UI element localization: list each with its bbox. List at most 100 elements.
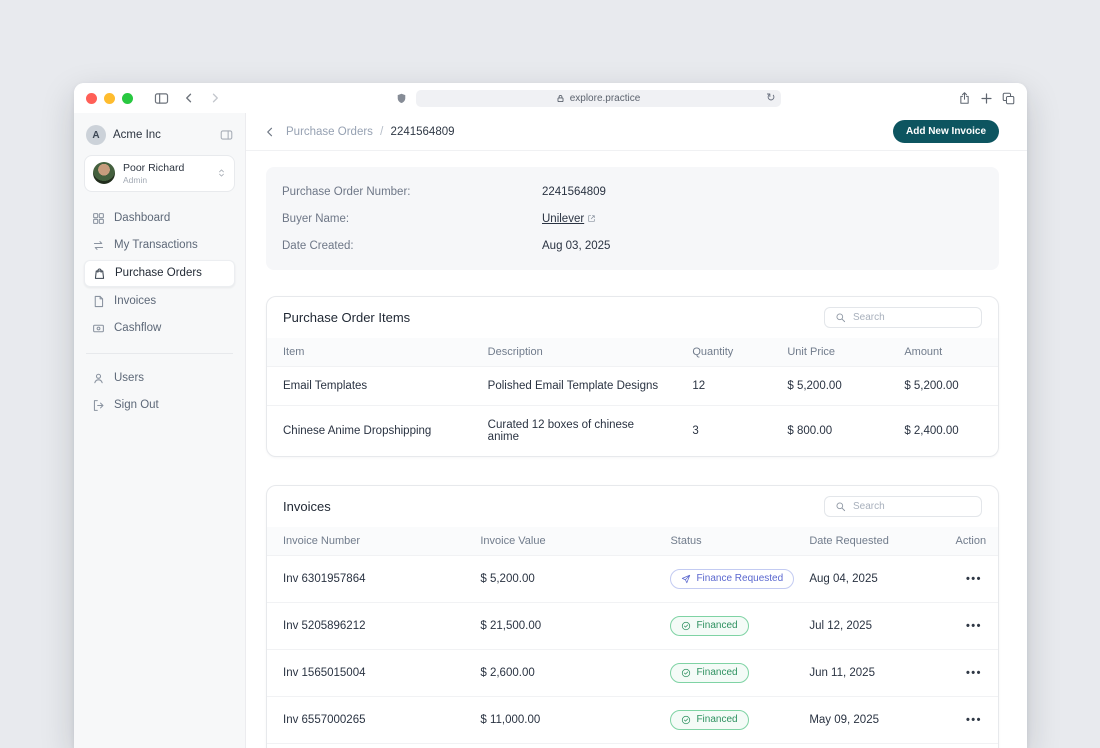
column-header: Description: [471, 338, 677, 367]
date-requested-cell: May 09, 2025: [793, 696, 940, 744]
check-circle-icon: [681, 715, 691, 725]
sidebar-item-sign-out[interactable]: Sign Out: [84, 393, 235, 418]
buyer-link[interactable]: Unilever: [542, 213, 596, 225]
page-header: Purchase Orders / 2241564809 Add New Inv…: [246, 113, 1027, 151]
order-number-value: 2241564809: [542, 185, 606, 198]
close-window-button[interactable]: [86, 92, 97, 104]
back-chevron-icon[interactable]: [264, 126, 276, 138]
privacy-shield-icon[interactable]: [396, 92, 407, 105]
lock-icon: [556, 94, 565, 103]
browser-forward-icon[interactable]: [209, 92, 221, 104]
sign-out-icon: [92, 399, 105, 412]
sidebar-item-users[interactable]: Users: [84, 366, 235, 391]
invoice-value-cell: $ 5,200.00: [464, 555, 655, 603]
invoice-number-cell: Inv 5205896212: [267, 602, 465, 650]
org-avatar: A: [86, 125, 106, 145]
column-header: Date Requested: [793, 527, 940, 556]
invoice-number-cell: Inv 1565015004: [267, 649, 465, 697]
column-header: Quantity: [676, 338, 772, 367]
status-badge: Financed: [670, 710, 749, 730]
search-input[interactable]: [853, 501, 971, 512]
table-row: Inv 6557000265 $ 11,000.00 Financed May …: [267, 696, 998, 744]
breadcrumb-order-number: 2241564809: [390, 125, 455, 138]
row-actions-menu[interactable]: •••: [966, 714, 982, 726]
tab-overview-icon[interactable]: [1002, 92, 1015, 105]
purchase-orders-icon: [93, 267, 106, 280]
sidebar-item-label: Users: [114, 372, 145, 385]
item-cell: Email Templates: [267, 366, 472, 406]
dashboard-icon: [92, 212, 105, 225]
new-tab-icon[interactable]: [980, 92, 993, 105]
sidebar-collapse-icon[interactable]: [220, 129, 233, 141]
user-avatar: [93, 162, 115, 185]
invoices-icon: [92, 295, 105, 308]
breadcrumb: Purchase Orders / 2241564809: [286, 126, 455, 138]
org-switcher: A Acme Inc: [84, 123, 235, 155]
sidebar-item-dashboard[interactable]: Dashboard: [84, 206, 235, 231]
po-items-search[interactable]: [824, 307, 982, 328]
cashflow-icon: [92, 322, 105, 335]
po-items-table: Item Description Quantity Unit Price Amo…: [267, 338, 998, 456]
row-actions-menu[interactable]: •••: [966, 620, 982, 632]
search-icon: [835, 501, 846, 512]
column-header: Unit Price: [771, 338, 889, 367]
row-actions-menu[interactable]: •••: [966, 573, 982, 585]
column-header: Status: [654, 527, 794, 556]
user-role: Admin: [123, 174, 148, 185]
zoom-window-button[interactable]: [122, 92, 133, 104]
date-requested-cell: Jul 12, 2025: [793, 602, 940, 650]
browser-back-icon[interactable]: [183, 92, 195, 104]
table-row: Inv 1565015004 $ 2,600.00 Financed Jun 1…: [267, 649, 998, 697]
description-cell: Polished Email Template Designs: [471, 366, 677, 406]
table-row: Email Templates Polished Email Template …: [267, 366, 998, 406]
breadcrumb-purchase-orders[interactable]: Purchase Orders: [286, 126, 373, 138]
invoice-number-cell: Inv 2786111763: [267, 743, 465, 748]
unit-price-cell: $ 800.00: [771, 405, 889, 456]
search-input[interactable]: [853, 312, 971, 323]
browser-sidebar-toggle-icon[interactable]: [154, 92, 169, 105]
date-requested-cell: April 15, 2025: [793, 743, 940, 748]
breadcrumb-separator: /: [380, 125, 384, 138]
invoice-number-cell: Inv 6301957864: [267, 555, 465, 603]
sidebar-item-my-transactions[interactable]: My Transactions: [84, 233, 235, 258]
quantity-cell: 12: [676, 366, 772, 406]
url-text: explore.practice: [569, 92, 641, 104]
info-row-date-created: Date Created: Aug 03, 2025: [282, 232, 983, 259]
sidebar-item-purchase-orders[interactable]: Purchase Orders: [84, 259, 235, 287]
sidebar-item-cashflow[interactable]: Cashflow: [84, 316, 235, 341]
sidebar-item-invoices[interactable]: Invoices: [84, 289, 235, 314]
sidebar-item-label: My Transactions: [114, 239, 198, 252]
add-new-invoice-button[interactable]: Add New Invoice: [892, 120, 999, 143]
invoices-table: Invoice Number Invoice Value Status Date…: [267, 527, 998, 748]
search-icon: [835, 312, 846, 323]
info-row-buyer-name: Buyer Name: Unilever: [282, 205, 983, 232]
item-cell: Chinese Anime Dropshipping: [267, 405, 472, 456]
sidebar-item-label: Invoices: [114, 295, 157, 308]
invoice-value-cell: $ 4,000.00: [464, 743, 655, 748]
invoices-title: Invoices: [283, 499, 331, 514]
table-row: Inv 6301957864 $ 5,200.00 Finance Reques…: [267, 555, 998, 603]
date-requested-cell: Aug 04, 2025: [793, 555, 940, 603]
reload-icon[interactable]: ↻: [766, 91, 775, 104]
address-bar[interactable]: explore.practice ↻: [415, 89, 781, 107]
info-label: Buyer Name:: [282, 212, 350, 225]
column-header: Invoice Number: [267, 527, 465, 556]
sidebar-item-label: Dashboard: [114, 212, 171, 225]
po-items-title: Purchase Order Items: [283, 310, 411, 325]
chevron-up-down-icon: [217, 167, 226, 179]
minimize-window-button[interactable]: [104, 92, 115, 104]
check-circle-icon: [681, 621, 691, 631]
sidebar-item-label: Purchase Orders: [115, 267, 202, 280]
row-actions-menu[interactable]: •••: [966, 667, 982, 679]
invoice-value-cell: $ 21,500.00: [464, 602, 655, 650]
sidebar-divider: [86, 352, 233, 354]
org-name: Acme Inc: [113, 129, 161, 141]
table-row: Inv 2786111763 $ 4,000.00 Financed: [267, 743, 998, 748]
share-icon[interactable]: [958, 91, 971, 105]
invoices-search[interactable]: [824, 496, 982, 517]
info-label: Purchase Order Number:: [282, 185, 411, 198]
user-menu[interactable]: Poor Richard Admin: [84, 155, 235, 192]
purchase-order-items-card: Purchase Order Items Item: [266, 296, 999, 457]
info-label: Date Created:: [282, 239, 354, 252]
date-created-value: Aug 03, 2025: [542, 239, 611, 252]
